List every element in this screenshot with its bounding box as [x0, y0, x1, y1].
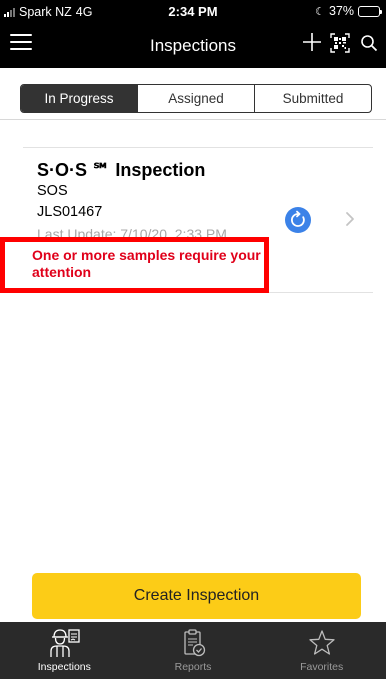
tab-assigned[interactable]: Assigned: [138, 85, 255, 112]
app-bar: Inspections: [0, 22, 386, 68]
attention-alert: One or more samples require your attenti…: [32, 247, 261, 280]
inspection-type: SOS: [37, 183, 68, 199]
tab-in-progress[interactable]: In Progress: [21, 85, 138, 112]
nav-inspections[interactable]: Inspections: [0, 622, 129, 679]
inspection-id: JLS01467: [37, 204, 103, 220]
nav-reports[interactable]: Reports: [129, 622, 258, 679]
status-tabs: In Progress Assigned Submitted: [20, 84, 372, 113]
nav-label-reports: Reports: [174, 661, 212, 673]
qr-code-icon[interactable]: [330, 33, 350, 53]
page-title: Inspections: [150, 36, 236, 55]
plus-icon[interactable]: [301, 31, 323, 53]
sync-icon[interactable]: [285, 207, 311, 233]
search-icon[interactable]: [360, 34, 378, 52]
nav-label-inspections: Inspections: [37, 661, 91, 673]
top-bar: Spark NZ 4G 2:34 PM ☾ 37% Inspections: [0, 0, 386, 68]
create-inspection-button[interactable]: Create Inspection: [32, 573, 361, 619]
inspector-icon: [50, 629, 80, 657]
battery-icon: [358, 5, 382, 17]
chevron-right-icon[interactable]: [345, 211, 355, 227]
report-icon: [184, 629, 206, 657]
do-not-disturb-icon: ☾: [315, 5, 325, 18]
nav-favorites[interactable]: Favorites: [257, 622, 386, 679]
inspection-title: S·O·S ℠ Inspection: [37, 160, 206, 180]
battery-area: ☾ 37%: [315, 4, 382, 18]
star-icon: [309, 630, 335, 655]
bottom-nav: Inspections Reports Favorites: [0, 622, 386, 679]
nav-label-favorites: Favorites: [300, 661, 344, 673]
tab-submitted[interactable]: Submitted: [255, 85, 371, 112]
status-bar: Spark NZ 4G 2:34 PM ☾ 37%: [0, 0, 386, 22]
tab-bar-container: In Progress Assigned Submitted: [0, 68, 386, 120]
battery-percent: 37%: [328, 4, 354, 18]
